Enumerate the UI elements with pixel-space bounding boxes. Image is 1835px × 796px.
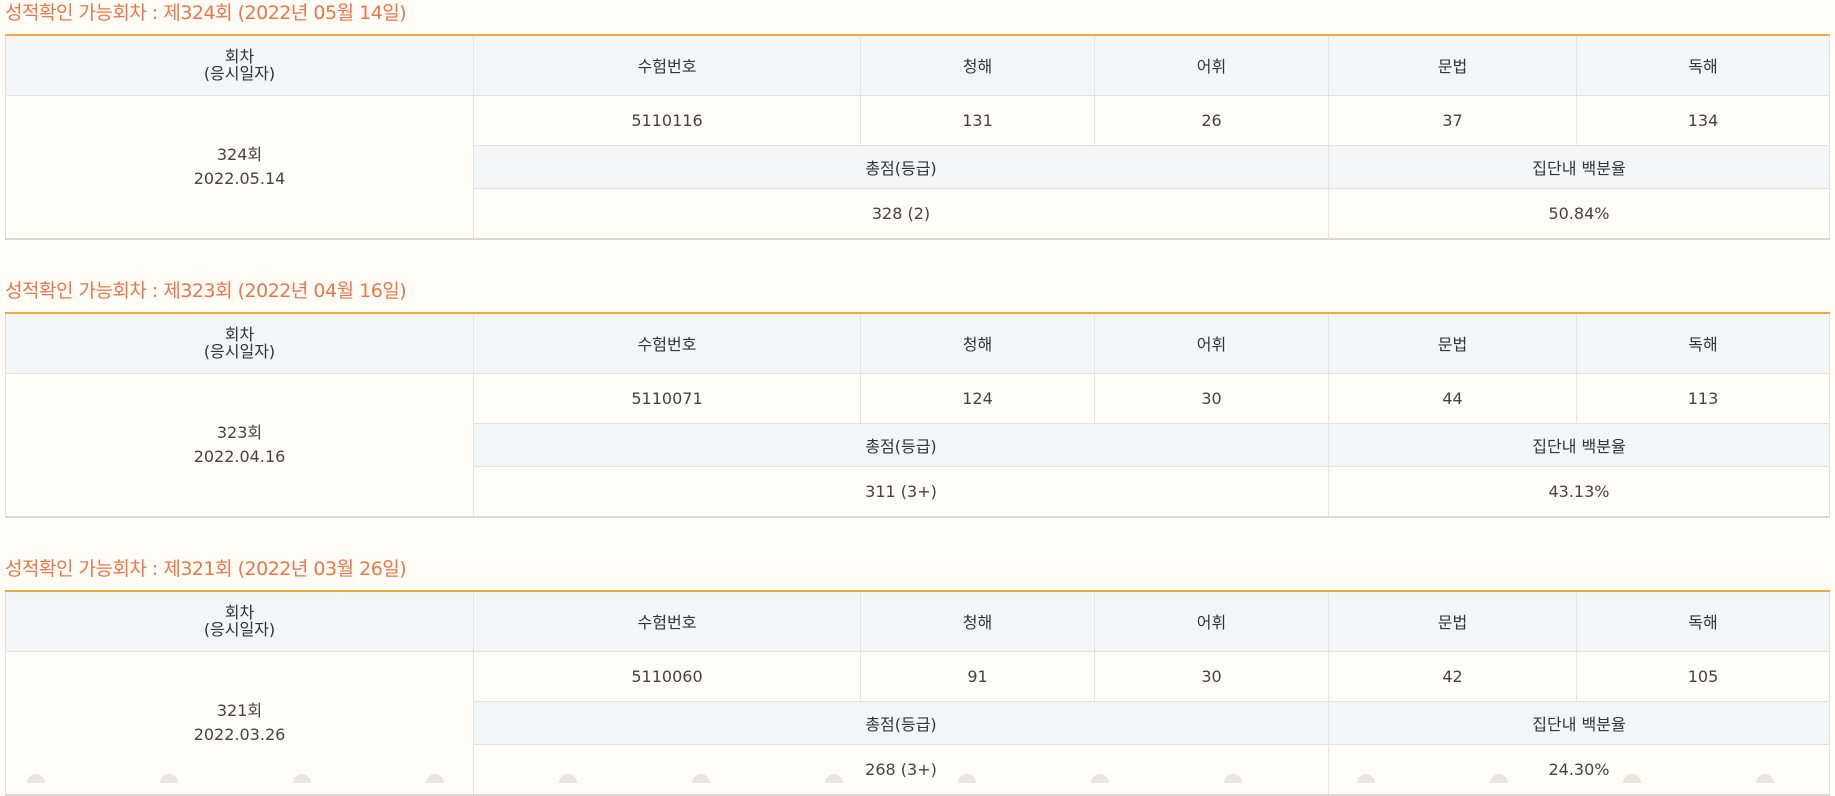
round-number: 321회 [216,700,263,720]
round-number: 323회 [216,422,263,442]
header-percentile: 집단내 백분율 [1328,422,1830,467]
header-vocab: 어휘 [1094,312,1329,374]
score-table: 회차 (응시일자) 수험번호 청해 어휘 문법 독해 324회 2022.05.14… [5,34,1830,240]
header-round: 회차 (응시일자) [5,312,474,374]
header-vocab: 어휘 [1094,590,1329,652]
vocab-value: 30 [1094,372,1329,424]
header-reading: 독해 [1576,34,1830,96]
header-grammar: 문법 [1328,34,1577,96]
exam-no-value: 5110116 [473,94,861,146]
header-reading: 독해 [1576,312,1830,374]
header-round: 회차 (응시일자) [5,590,474,652]
header-grammar: 문법 [1328,590,1577,652]
reading-value: 105 [1576,650,1830,702]
header-total: 총점(등급) [473,144,1329,189]
round-cell: 323회 2022.04.16 [5,372,474,518]
total-value: 268 (3+) [473,743,1329,796]
table-header-row: 회차 (응시일자) 수험번호 청해 어휘 문법 독해 [5,34,1830,96]
listening-value: 124 [860,372,1095,424]
header-grammar: 문법 [1328,312,1577,374]
table-row: 321회 2022.03.26 5110060 91 30 42 105 [5,650,1830,796]
table-header-row: 회차 (응시일자) 수험번호 청해 어휘 문법 독해 [5,312,1830,374]
percentile-value: 24.30% [1328,743,1830,796]
round-number: 324회 [216,144,263,164]
table-row: 323회 2022.04.16 5110071 124 30 44 113 [5,372,1830,518]
total-value: 311 (3+) [473,465,1329,518]
header-reading: 독해 [1576,590,1830,652]
percentile-value: 50.84% [1328,187,1830,240]
header-percentile: 집단내 백분율 [1328,700,1830,745]
grammar-value: 37 [1328,94,1577,146]
exam-no-value: 5110071 [473,372,861,424]
vocab-value: 26 [1094,94,1329,146]
header-exam-no: 수험번호 [473,312,861,374]
table-row: 324회 2022.05.14 5110116 131 26 37 134 [5,94,1830,240]
header-listening: 청해 [860,590,1095,652]
grammar-value: 44 [1328,372,1577,424]
exam-date: 2022.04.16 [193,446,286,466]
header-listening: 청해 [860,312,1095,374]
header-exam-no: 수험번호 [473,590,861,652]
listening-value: 131 [860,94,1095,146]
score-table: 회차 (응시일자) 수험번호 청해 어휘 문법 독해 321회 2022.03.26… [5,590,1830,796]
round-cell: 324회 2022.05.14 [5,94,474,240]
reading-value: 134 [1576,94,1830,146]
score-table: 회차 (응시일자) 수험번호 청해 어휘 문법 독해 323회 2022.04.16… [5,312,1830,518]
header-round: 회차 (응시일자) [5,34,474,96]
listening-value: 91 [860,650,1095,702]
bottom-decoration [0,771,1835,783]
grammar-value: 42 [1328,650,1577,702]
exam-date: 2022.03.26 [193,724,286,744]
header-vocab: 어휘 [1094,34,1329,96]
vocab-value: 30 [1094,650,1329,702]
table-header-row: 회차 (응시일자) 수험번호 청해 어휘 문법 독해 [5,590,1830,652]
header-total: 총점(등급) [473,422,1329,467]
header-total: 총점(등급) [473,700,1329,745]
exam-date: 2022.05.14 [193,168,286,188]
section-title: 성적확인 가능회차 : 제321회 (2022년 03월 26일) [5,558,407,580]
section-title: 성적확인 가능회차 : 제324회 (2022년 05월 14일) [5,2,407,24]
header-exam-no: 수험번호 [473,34,861,96]
total-value: 328 (2) [473,187,1329,240]
section-title: 성적확인 가능회차 : 제323회 (2022년 04월 16일) [5,280,407,302]
reading-value: 113 [1576,372,1830,424]
header-listening: 청해 [860,34,1095,96]
header-percentile: 집단내 백분율 [1328,144,1830,189]
percentile-value: 43.13% [1328,465,1830,518]
exam-no-value: 5110060 [473,650,861,702]
